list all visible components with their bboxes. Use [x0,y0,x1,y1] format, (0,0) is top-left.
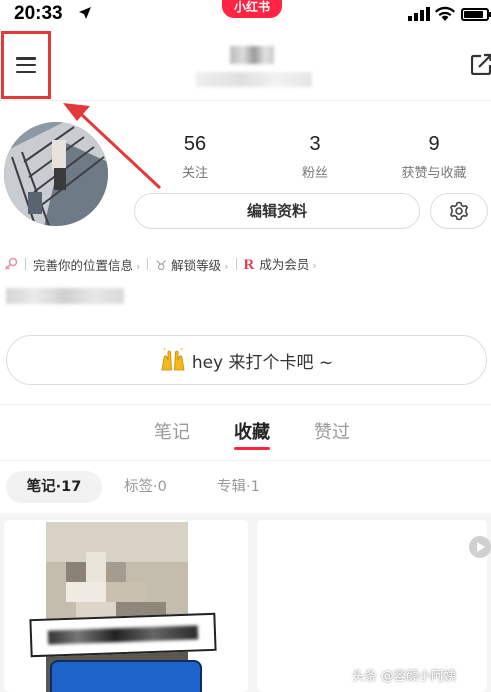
become-member-link[interactable]: R 成为会员 › [244,254,317,274]
stat-followers-label: 粉丝 [301,166,328,181]
checkin-button[interactable]: hey 来打个卡吧 ~ [6,335,487,385]
checkin-label: hey 来打个卡吧 ~ [191,352,334,373]
menu-button[interactable] [1,31,51,99]
medal-icon: ♉ [155,258,168,274]
section-divider [0,404,491,405]
cellular-signal-icon [408,7,430,21]
tab-liked[interactable]: 赞过 [302,418,362,444]
profile-info-row: 完善你的位置信息 › ♉ 解锁等级 › R 成为会员 › [4,254,317,274]
tab-notes[interactable]: 笔记 [142,418,202,444]
watermark: 头条 @容颜小阿姨 [352,668,456,683]
wifi-icon [435,6,455,21]
stat-followers[interactable]: 3 粉丝 [270,133,360,181]
location-info-label: 完善你的位置信息 [33,257,134,273]
stat-following-value: 56 [183,133,207,155]
stat-likes-value: 9 [428,133,440,155]
phone-screenshot-image [50,660,202,692]
unlock-level-label: 解锁等级 [171,257,222,273]
user-id-blurred [196,72,312,87]
status-bar: 20:33 小红书 [0,0,491,30]
app-badge: 小红书 [222,0,282,18]
member-r-icon: R [243,257,255,273]
tabs-divider [0,460,491,461]
battery-icon [461,8,491,21]
subtab-albums[interactable]: 专辑·1 [217,471,260,503]
tab-collections[interactable]: 收藏 [222,418,282,444]
avatar[interactable] [4,122,108,226]
raised-hands-icon [161,348,185,371]
stat-followers-value: 3 [309,133,321,155]
menu-icon [16,57,36,73]
chevron-right-icon: › [136,259,141,273]
subtab-notes[interactable]: 笔记·17 [6,471,102,503]
become-member-label: 成为会员 [259,257,310,272]
note-caption-blurred [29,612,217,658]
gender-female-icon [4,257,18,271]
content-tabs: 笔记 收藏 赞过 [0,418,491,458]
stat-likes-label: 获赞与收藏 [401,166,467,181]
subtab-tags[interactable]: 标签·0 [124,471,167,503]
gear-icon [450,201,468,221]
stat-likes[interactable]: 9 获赞与收藏 [389,133,479,181]
video-play-icon [469,536,491,558]
username-blurred [230,46,274,64]
settings-button[interactable] [430,193,488,229]
chevron-right-icon: › [312,259,317,272]
header-divider [0,100,491,101]
location-info-link[interactable]: 完善你的位置信息 › [33,255,140,274]
unlock-level-link[interactable]: ♉ 解锁等级 › [155,255,228,274]
battery-level [464,11,483,18]
chevron-right-icon: › [224,259,229,273]
active-tab-indicator [234,447,270,450]
bio-blurred [6,288,124,304]
stat-following[interactable]: 56 关注 [150,133,240,181]
stat-following-label: 关注 [181,166,208,181]
location-arrow-icon [79,7,91,19]
edit-profile-button[interactable]: 编辑资料 [134,193,420,229]
share-icon[interactable] [471,53,491,75]
status-time: 20:33 [14,3,63,24]
